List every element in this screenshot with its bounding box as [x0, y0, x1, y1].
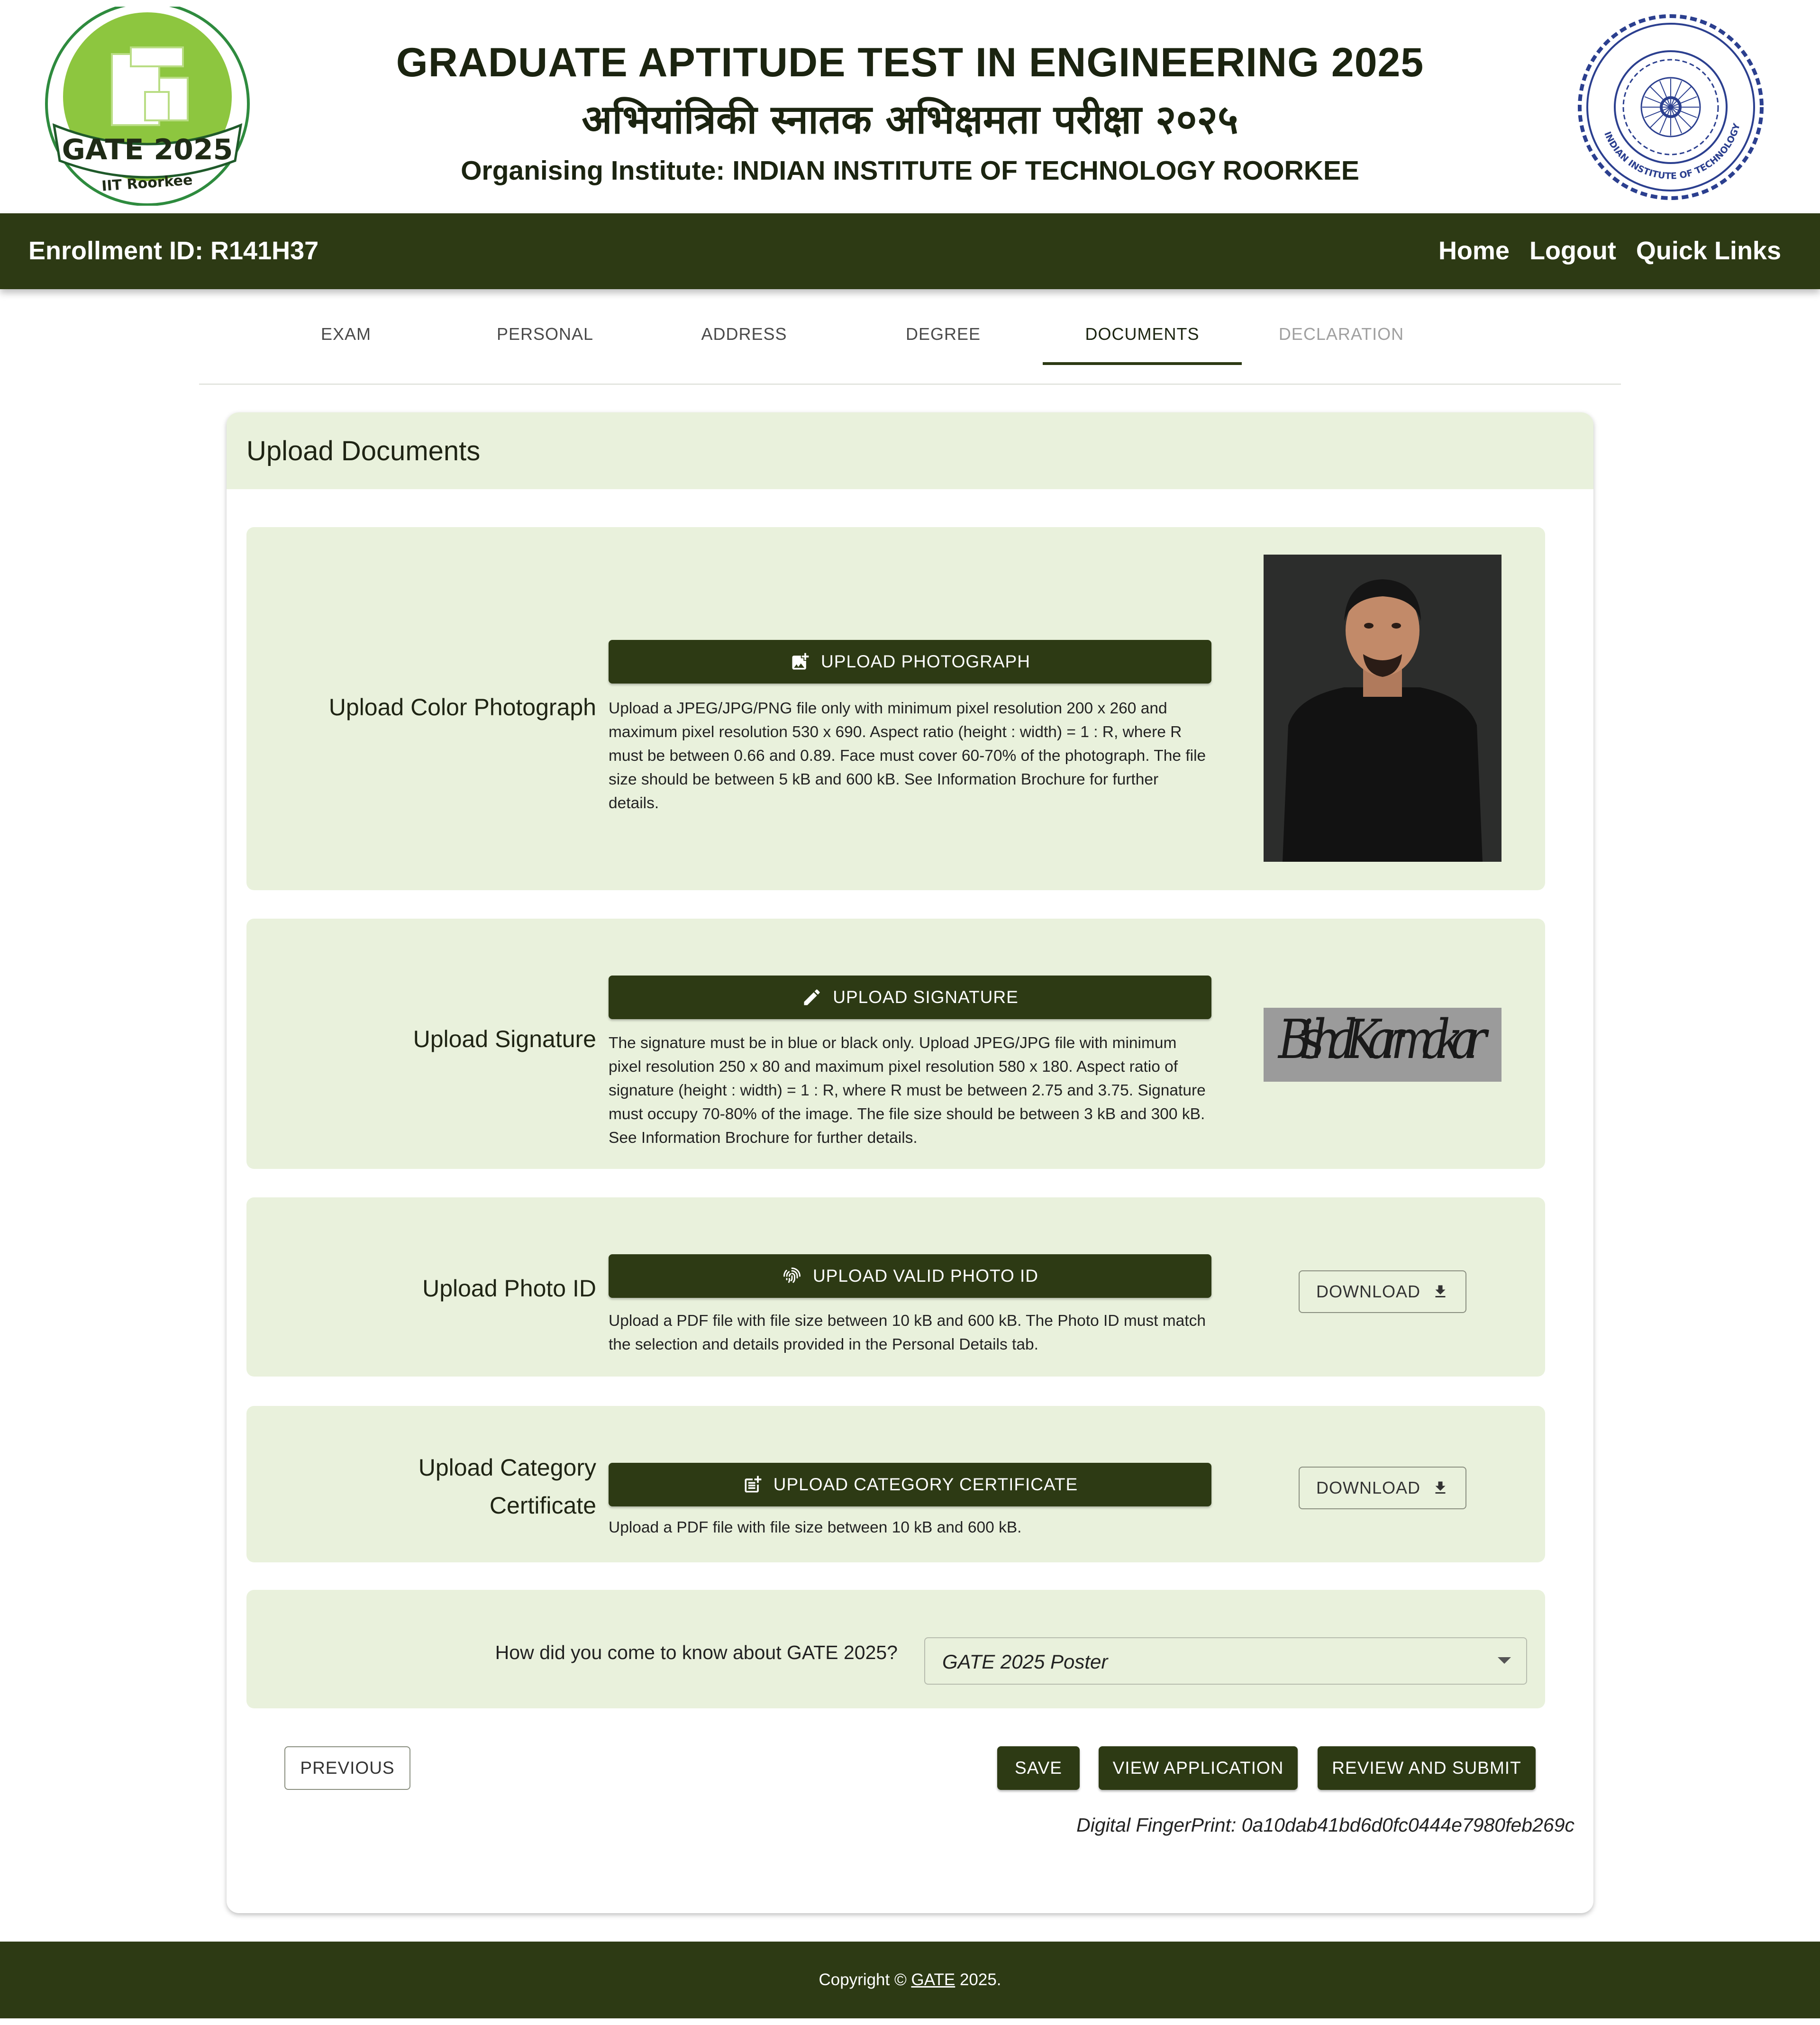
review-and-submit-button[interactable]: REVIEW AND SUBMIT — [1318, 1746, 1536, 1790]
nav-links: Home Logout Quick Links — [1438, 234, 1781, 267]
dropdown-arrow-icon — [1498, 1657, 1511, 1664]
category-label-line2: Certificate — [489, 1492, 596, 1519]
add-photo-icon — [792, 653, 809, 670]
previous-button[interactable]: PREVIOUS — [284, 1746, 410, 1790]
tab-exam[interactable]: EXAM — [246, 303, 446, 365]
uploaded-signature-preview: Bishal Karmakar — [1264, 1008, 1502, 1082]
upload-photograph-button[interactable]: UPLOAD PHOTOGRAPH — [609, 640, 1211, 684]
upload-category-certificate-label: UPLOAD CATEGORY CERTIFICATE — [773, 1475, 1078, 1494]
gate-logo-text: GATE 2025 — [62, 133, 233, 166]
upload-photo-id-button[interactable]: UPLOAD VALID PHOTO ID — [609, 1254, 1211, 1298]
site-header: GATE 2025 IIT Roorkee GRADUATE APTITUDE … — [0, 0, 1820, 213]
category-label-line1: Upload Category — [418, 1454, 596, 1481]
nav-logout-link[interactable]: Logout — [1529, 234, 1616, 267]
upload-signature-label: UPLOAD SIGNATURE — [833, 987, 1019, 1007]
exam-title: GRADUATE APTITUDE TEST IN ENGINEERING 20… — [396, 40, 1424, 85]
exam-title-hindi: अभियांत्रिकी स्नातक अभिक्षमता परीक्षा २०… — [582, 96, 1238, 143]
download-category-certificate-button[interactable]: DOWNLOAD — [1299, 1467, 1466, 1509]
photo-upload-panel: Upload Color Photograph UPLOAD PHOTOGRAP… — [246, 527, 1545, 890]
signature-label: Upload Signature — [413, 1026, 596, 1052]
source-question-label: How did you come to know about GATE 2025… — [495, 1642, 898, 1663]
signature-help-text: The signature must be in blue or black o… — [609, 1034, 1206, 1147]
category-help-text: Upload a PDF file with file size between… — [609, 1519, 1022, 1536]
download-category-label: DOWNLOAD — [1316, 1478, 1420, 1497]
uploaded-photo-preview — [1264, 555, 1502, 862]
fingerprint-icon — [783, 1268, 801, 1283]
digital-fingerprint: Digital FingerPrint: 0a10dab41bd6d0fc044… — [1076, 1814, 1574, 1836]
tab-address[interactable]: ADDRESS — [645, 303, 844, 365]
photo-id-help-text: Upload a PDF file with file size between… — [609, 1312, 1206, 1353]
source-select[interactable]: GATE 2025 Poster — [924, 1637, 1527, 1685]
download-icon — [1435, 1481, 1446, 1494]
photo-id-upload-panel: Upload Photo ID UPLOAD VALID PHOTO ID Up… — [246, 1197, 1545, 1377]
footer-gate-link[interactable]: GATE — [911, 1970, 956, 1989]
nav-quick-links[interactable]: Quick Links — [1636, 234, 1781, 267]
upload-category-certificate-button[interactable]: UPLOAD CATEGORY CERTIFICATE — [609, 1463, 1211, 1506]
source-question-panel: How did you come to know about GATE 2025… — [246, 1590, 1545, 1708]
nav-home-link[interactable]: Home — [1438, 234, 1510, 267]
copyright-prefix: Copyright © — [819, 1970, 907, 1989]
download-icon — [1435, 1285, 1446, 1297]
tab-personal[interactable]: PERSONAL — [446, 303, 645, 365]
download-photo-id-label: DOWNLOAD — [1316, 1282, 1420, 1301]
header-titles: GRADUATE APTITUDE TEST IN ENGINEERING 20… — [332, 34, 1488, 190]
card-title: Upload Documents — [246, 436, 481, 466]
source-select-value: GATE 2025 Poster — [942, 1651, 1108, 1673]
application-tabs: EXAM PERSONAL ADDRESS DEGREE DOCUMENTS D… — [199, 303, 1621, 385]
upload-photo-id-label: UPLOAD VALID PHOTO ID — [812, 1266, 1039, 1286]
save-button[interactable]: SAVE — [997, 1746, 1080, 1790]
site-footer: Copyright © GATE 2025. — [0, 1942, 1820, 2018]
photo-id-label: Upload Photo ID — [422, 1275, 596, 1302]
download-photo-id-button[interactable]: DOWNLOAD — [1299, 1270, 1466, 1313]
signature-upload-panel: Upload Signature UPLOAD SIGNATURE The si… — [246, 919, 1545, 1169]
organising-institute: Organising Institute: INDIAN INSTITUTE O… — [461, 155, 1359, 186]
signature-preview-text: Bishal Karmakar — [1277, 1009, 1489, 1071]
category-label: Upload Category Certificate — [264, 1449, 596, 1524]
post-add-icon — [745, 1476, 762, 1493]
tab-declaration: DECLARATION — [1278, 324, 1404, 344]
category-upload-panel: Upload Category Certificate UPLOAD CATEG… — [246, 1406, 1545, 1562]
upload-photograph-label: UPLOAD PHOTOGRAPH — [821, 652, 1030, 671]
iit-roorkee-seal-logo: INDIAN INSTITUTE OF TECHNOLOGY ROORKEE — [1569, 12, 1764, 200]
view-application-button[interactable]: VIEW APPLICATION — [1099, 1746, 1298, 1790]
copyright-suffix: 2025. — [959, 1970, 1001, 1989]
photo-help-text: Upload a JPEG/JPG/PNG file only with min… — [609, 700, 1206, 812]
tab-degree[interactable]: DEGREE — [844, 303, 1043, 365]
card-header: Upload Documents — [227, 412, 1593, 489]
pencil-icon — [804, 989, 820, 1005]
gate-2025-logo: GATE 2025 IIT Roorkee — [45, 7, 250, 206]
enrollment-id: Enrollment ID: R141H37 — [28, 237, 319, 265]
upload-signature-button[interactable]: UPLOAD SIGNATURE — [609, 976, 1211, 1019]
tab-documents[interactable]: DOCUMENTS — [1043, 303, 1242, 365]
upload-documents-card: Upload Documents Upload Color Photograph… — [227, 412, 1593, 1913]
photo-label: Upload Color Photograph — [328, 694, 596, 721]
top-navbar: Enrollment ID: R141H37 Home Logout Quick… — [0, 213, 1820, 289]
